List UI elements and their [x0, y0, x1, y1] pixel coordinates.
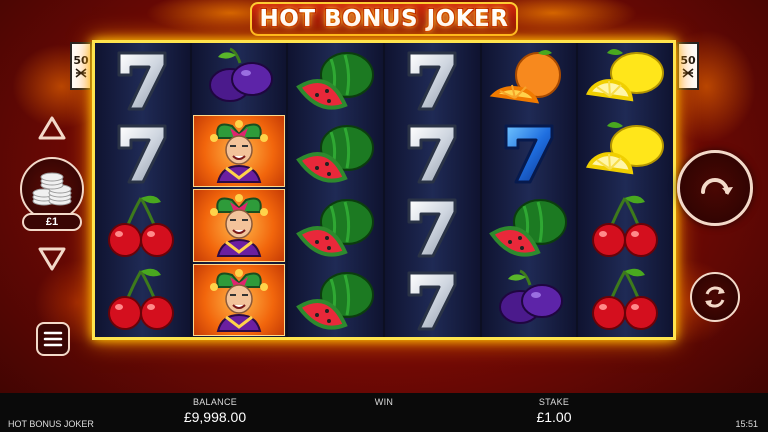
balance-value: £9,998.00	[183, 409, 247, 425]
plum-icon	[499, 269, 564, 325]
coin-value-button[interactable]	[20, 157, 84, 221]
game-logo: HOT BONUS JOKER	[250, 2, 518, 36]
cherry-symbol	[578, 264, 673, 338]
win-display: WIN	[354, 397, 414, 409]
footer-bar: BALANCE £9,998.00 WIN STAKE £1.00 HOT BO…	[0, 393, 768, 432]
paylines-count-right: 50	[680, 53, 696, 67]
joker-symbol	[192, 189, 286, 262]
cherry-icon	[591, 269, 658, 331]
seven-blue-icon	[504, 124, 554, 184]
autoplay-icon	[705, 286, 725, 308]
win-label: WIN	[374, 397, 394, 407]
reel-1	[95, 43, 192, 337]
spin-arrow-icon	[701, 178, 733, 195]
lemon-symbol	[578, 43, 673, 117]
watermelon-symbol	[288, 43, 383, 117]
plum-symbol	[482, 264, 577, 338]
joker-icon	[210, 268, 268, 332]
balance-label: BALANCE	[192, 397, 238, 407]
plum-icon	[209, 47, 273, 103]
lemon-icon	[585, 122, 664, 175]
watermelon-icon	[295, 125, 374, 183]
cherry-symbol	[95, 264, 190, 338]
watermelon-icon	[295, 272, 374, 330]
game-title: HOT BONUS JOKER	[259, 6, 509, 32]
lemon-symbol	[578, 117, 673, 191]
orange-symbol	[482, 43, 577, 117]
watermelon-symbol	[288, 117, 383, 191]
seven-symbol	[385, 117, 480, 191]
reel-6	[578, 43, 674, 338]
seven-icon	[407, 198, 457, 258]
stake-value: £1.00	[536, 409, 572, 425]
orange-icon	[489, 49, 562, 104]
footer-game-name: HOT BONUS JOKER	[8, 419, 94, 429]
triangle-up-icon	[38, 116, 66, 140]
lemon-icon	[585, 48, 664, 102]
seven-icon	[117, 124, 167, 184]
joker-symbol	[192, 263, 286, 336]
cherry-symbol	[95, 190, 190, 264]
cherry-icon	[108, 195, 175, 257]
seven-icon	[117, 51, 167, 111]
joker-icon	[210, 194, 268, 258]
cherry-icon	[108, 269, 175, 331]
stake-display: STAKE £1.00	[514, 397, 594, 425]
seven-icon	[407, 124, 457, 184]
watermelon-symbol	[288, 190, 383, 264]
bet-decrease-button[interactable]	[37, 246, 67, 272]
clock: 15:51	[735, 419, 758, 429]
payline-icon	[75, 67, 87, 78]
seven-symbol	[95, 117, 190, 191]
stake-label: STAKE	[538, 397, 570, 407]
seven-symbol	[385, 264, 480, 338]
cherry-symbol	[578, 190, 673, 264]
reel-2	[191, 43, 289, 337]
menu-button[interactable]	[36, 322, 70, 356]
paylines-badge-left: 50	[70, 42, 92, 90]
seven-symbol	[385, 43, 480, 117]
watermelon-icon	[489, 198, 568, 257]
watermelon-symbol	[482, 190, 577, 264]
paylines-count-left: 50	[73, 53, 89, 67]
watermelon-icon	[295, 198, 374, 257]
reel-frame	[92, 40, 676, 340]
coin-value-label: £1	[22, 213, 82, 231]
watermelon-symbol	[288, 264, 383, 338]
joker-symbol	[192, 114, 286, 187]
payline-icon	[682, 67, 694, 78]
seven-blue-symbol	[482, 117, 577, 191]
reel-4	[385, 43, 482, 337]
spin-button[interactable]	[677, 150, 753, 226]
seven-icon	[407, 51, 457, 111]
joker-icon	[210, 119, 268, 183]
reel-3	[288, 43, 386, 338]
seven-icon	[407, 271, 457, 331]
reel-grid	[95, 43, 674, 338]
bet-increase-button[interactable]	[37, 115, 67, 141]
reel-5	[481, 43, 579, 338]
watermelon-icon	[295, 51, 374, 110]
triangle-down-icon	[38, 247, 66, 271]
paylines-badge-right: 50	[677, 42, 699, 90]
seven-symbol	[95, 43, 190, 117]
seven-symbol	[385, 190, 480, 264]
autoplay-button[interactable]	[690, 272, 740, 322]
cherry-icon	[591, 195, 658, 257]
balance-display: BALANCE £9,998.00	[165, 397, 265, 425]
plum-symbol	[192, 43, 287, 114]
coin-stack-icon	[32, 172, 72, 206]
hamburger-menu-icon	[43, 331, 63, 347]
